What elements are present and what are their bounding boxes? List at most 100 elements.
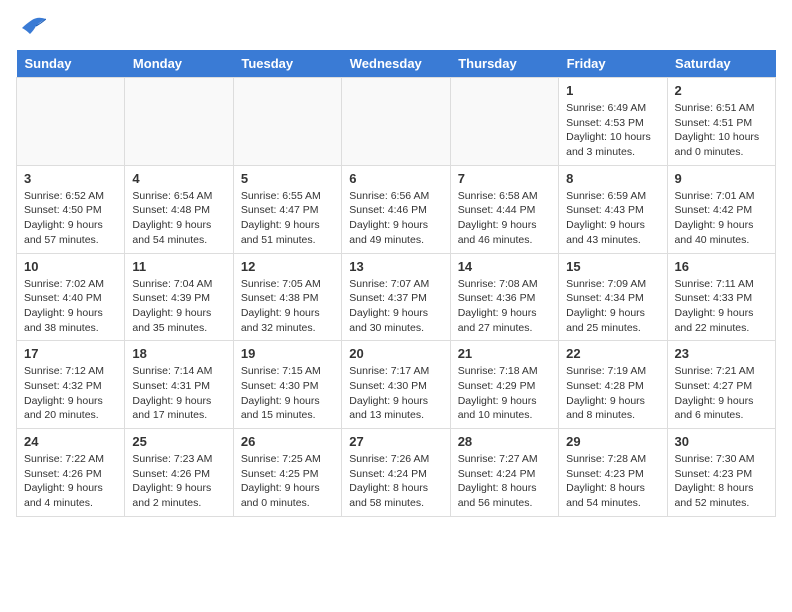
calendar-header-row: SundayMondayTuesdayWednesdayThursdayFrid… bbox=[17, 50, 776, 78]
day-info: Sunrise: 7:09 AMSunset: 4:34 PMDaylight:… bbox=[566, 277, 659, 336]
calendar-cell: 13 Sunrise: 7:07 AMSunset: 4:37 PMDayligh… bbox=[342, 253, 450, 341]
logo-bird-icon bbox=[18, 16, 46, 38]
calendar-body: 1 Sunrise: 6:49 AMSunset: 4:53 PMDaylight… bbox=[17, 78, 776, 517]
calendar-cell: 15 Sunrise: 7:09 AMSunset: 4:34 PMDayligh… bbox=[559, 253, 667, 341]
calendar-cell: 5 Sunrise: 6:55 AMSunset: 4:47 PMDaylight… bbox=[233, 165, 341, 253]
calendar-cell: 16 Sunrise: 7:11 AMSunset: 4:33 PMDayligh… bbox=[667, 253, 775, 341]
day-number: 11 bbox=[132, 259, 225, 274]
calendar-cell: 27Sunrise: 7:26 AMSunset: 4:24 PMDayligh… bbox=[342, 429, 450, 517]
day-info: Sunrise: 7:08 AMSunset: 4:36 PMDaylight:… bbox=[458, 277, 551, 336]
calendar-cell: 25 Sunrise: 7:23 AMSunset: 4:26 PMDayligh… bbox=[125, 429, 233, 517]
day-number: 18 bbox=[132, 346, 225, 361]
day-number: 16 bbox=[675, 259, 768, 274]
day-number: 3 bbox=[24, 171, 117, 186]
day-number: 30 bbox=[675, 434, 768, 449]
calendar-cell: 30 Sunrise: 7:30 AMSunset: 4:23 PMDayligh… bbox=[667, 429, 775, 517]
calendar-week-0: 1 Sunrise: 6:49 AMSunset: 4:53 PMDaylight… bbox=[17, 78, 776, 166]
logo bbox=[16, 16, 46, 38]
calendar-week-1: 3 Sunrise: 6:52 AMSunset: 4:50 PMDaylight… bbox=[17, 165, 776, 253]
calendar-cell: 3 Sunrise: 6:52 AMSunset: 4:50 PMDaylight… bbox=[17, 165, 125, 253]
calendar-cell bbox=[450, 78, 558, 166]
day-info: Sunrise: 7:22 AMSunset: 4:26 PMDaylight:… bbox=[24, 452, 117, 511]
day-number: 23 bbox=[675, 346, 768, 361]
day-header-saturday: Saturday bbox=[667, 50, 775, 78]
calendar-week-4: 24 Sunrise: 7:22 AMSunset: 4:26 PMDayligh… bbox=[17, 429, 776, 517]
calendar-cell: 19Sunrise: 7:15 AMSunset: 4:30 PMDayligh… bbox=[233, 341, 341, 429]
day-number: 13 bbox=[349, 259, 442, 274]
day-info: Sunrise: 6:51 AMSunset: 4:51 PMDaylight:… bbox=[675, 101, 768, 160]
day-info: Sunrise: 7:30 AMSunset: 4:23 PMDaylight:… bbox=[675, 452, 768, 511]
calendar-cell: 29Sunrise: 7:28 AMSunset: 4:23 PMDayligh… bbox=[559, 429, 667, 517]
day-info: Sunrise: 7:26 AMSunset: 4:24 PMDaylight:… bbox=[349, 452, 442, 511]
day-number: 21 bbox=[458, 346, 551, 361]
calendar-cell: 12 Sunrise: 7:05 AMSunset: 4:38 PMDayligh… bbox=[233, 253, 341, 341]
day-number: 28 bbox=[458, 434, 551, 449]
day-number: 1 bbox=[566, 83, 659, 98]
day-number: 2 bbox=[675, 83, 768, 98]
day-header-thursday: Thursday bbox=[450, 50, 558, 78]
day-number: 9 bbox=[675, 171, 768, 186]
day-number: 17 bbox=[24, 346, 117, 361]
day-info: Sunrise: 7:14 AMSunset: 4:31 PMDaylight:… bbox=[132, 364, 225, 423]
day-number: 26 bbox=[241, 434, 334, 449]
day-info: Sunrise: 7:25 AMSunset: 4:25 PMDaylight:… bbox=[241, 452, 334, 511]
calendar-cell: 17 Sunrise: 7:12 AMSunset: 4:32 PMDayligh… bbox=[17, 341, 125, 429]
calendar-cell: 24 Sunrise: 7:22 AMSunset: 4:26 PMDayligh… bbox=[17, 429, 125, 517]
calendar-cell bbox=[125, 78, 233, 166]
day-number: 7 bbox=[458, 171, 551, 186]
calendar-cell: 10Sunrise: 7:02 AMSunset: 4:40 PMDayligh… bbox=[17, 253, 125, 341]
day-info: Sunrise: 7:02 AMSunset: 4:40 PMDaylight:… bbox=[24, 277, 117, 336]
day-info: Sunrise: 6:54 AMSunset: 4:48 PMDaylight:… bbox=[132, 189, 225, 248]
day-info: Sunrise: 7:23 AMSunset: 4:26 PMDaylight:… bbox=[132, 452, 225, 511]
day-info: Sunrise: 7:01 AMSunset: 4:42 PMDaylight:… bbox=[675, 189, 768, 248]
day-info: Sunrise: 6:49 AMSunset: 4:53 PMDaylight:… bbox=[566, 101, 659, 160]
day-header-tuesday: Tuesday bbox=[233, 50, 341, 78]
calendar-cell: 20Sunrise: 7:17 AMSunset: 4:30 PMDayligh… bbox=[342, 341, 450, 429]
day-number: 6 bbox=[349, 171, 442, 186]
calendar-cell: 7 Sunrise: 6:58 AMSunset: 4:44 PMDaylight… bbox=[450, 165, 558, 253]
day-number: 8 bbox=[566, 171, 659, 186]
calendar-cell: 22Sunrise: 7:19 AMSunset: 4:28 PMDayligh… bbox=[559, 341, 667, 429]
calendar-cell: 2 Sunrise: 6:51 AMSunset: 4:51 PMDaylight… bbox=[667, 78, 775, 166]
calendar-cell: 11 Sunrise: 7:04 AMSunset: 4:39 PMDayligh… bbox=[125, 253, 233, 341]
day-info: Sunrise: 7:18 AMSunset: 4:29 PMDaylight:… bbox=[458, 364, 551, 423]
day-info: Sunrise: 7:17 AMSunset: 4:30 PMDaylight:… bbox=[349, 364, 442, 423]
calendar-week-2: 10Sunrise: 7:02 AMSunset: 4:40 PMDayligh… bbox=[17, 253, 776, 341]
day-number: 14 bbox=[458, 259, 551, 274]
header bbox=[16, 16, 776, 38]
day-info: Sunrise: 7:12 AMSunset: 4:32 PMDaylight:… bbox=[24, 364, 117, 423]
day-info: Sunrise: 7:04 AMSunset: 4:39 PMDaylight:… bbox=[132, 277, 225, 336]
calendar-cell bbox=[17, 78, 125, 166]
calendar-cell: 8Sunrise: 6:59 AMSunset: 4:43 PMDaylight… bbox=[559, 165, 667, 253]
day-number: 25 bbox=[132, 434, 225, 449]
day-number: 29 bbox=[566, 434, 659, 449]
day-number: 5 bbox=[241, 171, 334, 186]
calendar-cell: 9 Sunrise: 7:01 AMSunset: 4:42 PMDaylight… bbox=[667, 165, 775, 253]
calendar-cell: 14 Sunrise: 7:08 AMSunset: 4:36 PMDayligh… bbox=[450, 253, 558, 341]
day-info: Sunrise: 7:15 AMSunset: 4:30 PMDaylight:… bbox=[241, 364, 334, 423]
calendar-cell bbox=[342, 78, 450, 166]
calendar-table: SundayMondayTuesdayWednesdayThursdayFrid… bbox=[16, 50, 776, 517]
calendar-cell: 6Sunrise: 6:56 AMSunset: 4:46 PMDaylight… bbox=[342, 165, 450, 253]
calendar-cell bbox=[233, 78, 341, 166]
calendar-cell: 28Sunrise: 7:27 AMSunset: 4:24 PMDayligh… bbox=[450, 429, 558, 517]
day-number: 12 bbox=[241, 259, 334, 274]
calendar-cell: 4 Sunrise: 6:54 AMSunset: 4:48 PMDaylight… bbox=[125, 165, 233, 253]
day-info: Sunrise: 7:07 AMSunset: 4:37 PMDaylight:… bbox=[349, 277, 442, 336]
day-header-friday: Friday bbox=[559, 50, 667, 78]
day-number: 24 bbox=[24, 434, 117, 449]
calendar-cell: 26 Sunrise: 7:25 AMSunset: 4:25 PMDayligh… bbox=[233, 429, 341, 517]
day-info: Sunrise: 7:11 AMSunset: 4:33 PMDaylight:… bbox=[675, 277, 768, 336]
day-number: 15 bbox=[566, 259, 659, 274]
day-header-wednesday: Wednesday bbox=[342, 50, 450, 78]
day-number: 4 bbox=[132, 171, 225, 186]
day-info: Sunrise: 7:05 AMSunset: 4:38 PMDaylight:… bbox=[241, 277, 334, 336]
day-number: 22 bbox=[566, 346, 659, 361]
day-info: Sunrise: 6:58 AMSunset: 4:44 PMDaylight:… bbox=[458, 189, 551, 248]
calendar-cell: 21 Sunrise: 7:18 AMSunset: 4:29 PMDayligh… bbox=[450, 341, 558, 429]
day-info: Sunrise: 6:52 AMSunset: 4:50 PMDaylight:… bbox=[24, 189, 117, 248]
day-header-monday: Monday bbox=[125, 50, 233, 78]
calendar-cell: 23Sunrise: 7:21 AMSunset: 4:27 PMDayligh… bbox=[667, 341, 775, 429]
calendar-cell: 1 Sunrise: 6:49 AMSunset: 4:53 PMDaylight… bbox=[559, 78, 667, 166]
day-info: Sunrise: 6:55 AMSunset: 4:47 PMDaylight:… bbox=[241, 189, 334, 248]
